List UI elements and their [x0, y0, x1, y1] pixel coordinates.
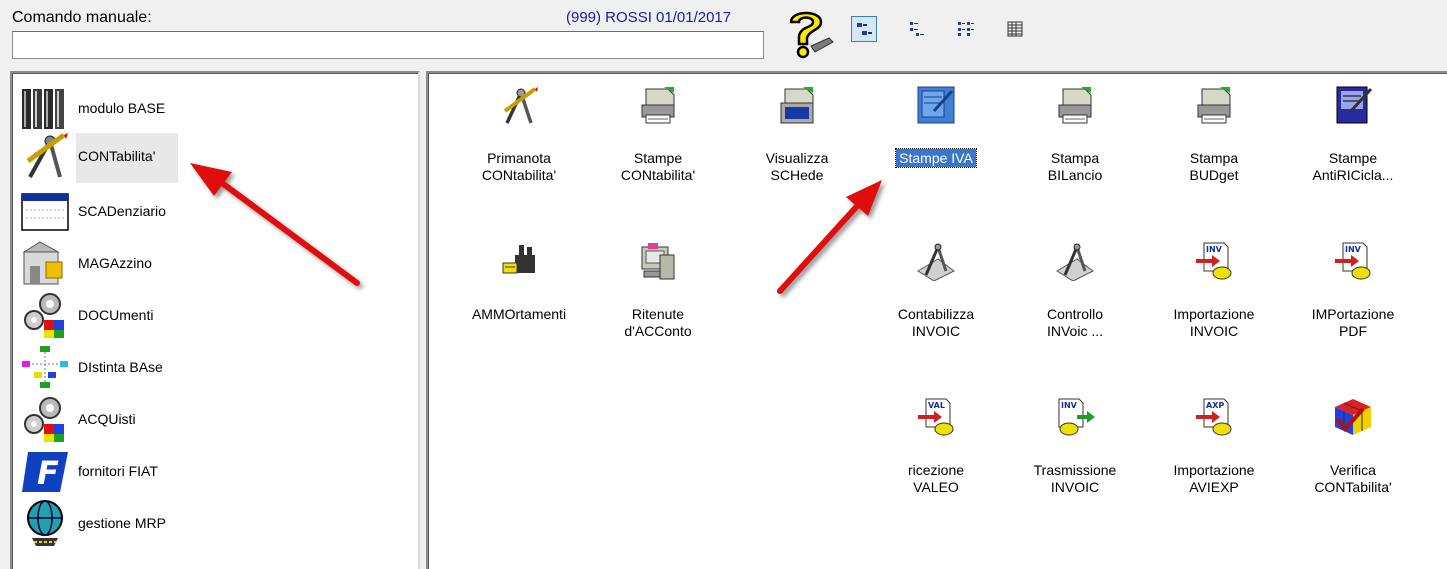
small-icons-view-button[interactable]	[904, 16, 930, 42]
command-input[interactable]	[12, 31, 764, 59]
module-label: modulo BASE	[78, 100, 166, 116]
command-label: Comando manuale:	[12, 9, 152, 26]
inv-import-icon: INV	[1335, 242, 1371, 280]
pen-compass-icon	[26, 132, 68, 178]
help-icon[interactable]	[783, 8, 835, 60]
warehouse-icon	[22, 241, 63, 285]
svg-text:INV: INV	[1061, 401, 1078, 410]
app-item-ammortamenti[interactable]: AMMOrtamenti	[456, 241, 582, 361]
svg-text:AXP: AXP	[1206, 401, 1224, 410]
details-view-button[interactable]	[1002, 16, 1028, 42]
module-label: SCADenziario	[78, 203, 166, 219]
user-info: (999) ROSSI 01/01/2017	[566, 9, 732, 26]
axp-import-icon: AXP	[1196, 398, 1232, 436]
module-item-acquisti[interactable]: ACQUisti	[16, 394, 416, 446]
app-label: Importazione INVOIC	[1173, 306, 1255, 339]
app-label: Visualizza SCHede	[765, 150, 829, 183]
computer-icon	[641, 243, 675, 280]
app-label: Importazione AVIEXP	[1173, 462, 1255, 495]
module-label: MAGAzzino	[78, 255, 152, 271]
tree-diagram-icon	[22, 346, 68, 388]
module-item-scadenziario[interactable]: SCADenziario	[16, 186, 416, 238]
compass-icon	[1056, 243, 1094, 281]
app-label: Stampa BUDget	[1189, 150, 1239, 183]
books-icon	[22, 89, 64, 129]
list-view-icon	[958, 22, 974, 36]
app-label: AMMOrtamenti	[471, 306, 567, 322]
app-item-stampa-budget[interactable]: Stampa BUDget	[1151, 85, 1277, 205]
app-label: Stampe CONtabilita'	[620, 150, 696, 183]
module-label: gestione MRP	[78, 515, 166, 531]
modules-panel: modulo BASE CONTabilita' SCADenziario MA…	[10, 71, 420, 569]
app-item-primanota[interactable]: Primanota CONtabilita'	[456, 85, 582, 205]
module-item-documenti[interactable]: DOCUmenti	[16, 290, 416, 342]
svg-text:VAL: VAL	[928, 401, 945, 410]
module-label: ACQUisti	[78, 411, 136, 427]
letter-f-icon: F	[22, 452, 68, 492]
module-item-gestione-mrp[interactable]: gestione MRP	[16, 498, 416, 550]
app-label: Stampe IVA	[873, 148, 999, 168]
top-bar: Comando manuale: (999) ROSSI 01/01/2017	[0, 0, 1447, 70]
globe-icon	[27, 500, 63, 546]
app-item-importazione-invoic[interactable]: INV Importazione INVOIC	[1151, 241, 1277, 361]
gears-icon	[24, 397, 64, 442]
app-label: Verifica CONTabilita'	[1314, 462, 1392, 495]
monitor-icon	[780, 87, 814, 124]
compass-icon	[917, 243, 955, 281]
app-label: Stampe AntiRICicla...	[1312, 150, 1394, 183]
cube-check-icon	[1335, 399, 1371, 435]
app-item-stampa-bilancio[interactable]: Stampa BILancio	[1012, 85, 1138, 205]
app-item-importazione-pdf[interactable]: INV IMPortazione PDF	[1290, 241, 1416, 361]
details-view-icon	[1007, 21, 1023, 37]
module-label: fornitori FIAT	[78, 463, 158, 479]
module-label: DOCUmenti	[78, 307, 154, 323]
printer-icon	[1058, 87, 1092, 124]
app-item-ritenute-acconto[interactable]: Ritenute d'ACConto	[595, 241, 721, 361]
app-item-contabilizza-invoic[interactable]: Contabilizza INVOIC	[873, 241, 999, 361]
svg-text:INV: INV	[1206, 245, 1223, 254]
app-item-visualizza-schede[interactable]: Visualizza SCHede	[734, 85, 860, 205]
app-item-stampe-contabilita[interactable]: Stampe CONtabilita'	[595, 85, 721, 205]
module-label: DIstinta BAse	[78, 359, 163, 375]
app-label: Ritenute d'ACConto	[624, 306, 692, 339]
large-icons-view-button[interactable]	[851, 16, 877, 42]
svg-text:INV: INV	[1345, 245, 1362, 254]
small-icons-view-icon	[910, 22, 924, 36]
app-item-stampe-iva[interactable]: Stampe IVA	[873, 85, 999, 205]
notebook-icon	[1336, 86, 1373, 124]
module-item-magazzino[interactable]: MAGAzzino	[16, 238, 416, 290]
module-item-distinta-base[interactable]: DIstinta BAse	[16, 342, 416, 394]
applications-panel: Primanota CONtabilita' Stampe CONtabilit…	[426, 71, 1447, 569]
module-item-fornitori-fiat[interactable]: F fornitori FIAT	[16, 446, 416, 498]
list-view-button[interactable]	[953, 16, 979, 42]
calendar-icon	[21, 193, 69, 231]
app-item-controllo-invoic[interactable]: Controllo INVoic ...	[1012, 241, 1138, 361]
app-label: Primanota CONtabilita'	[481, 150, 557, 183]
printer-icon	[1197, 87, 1231, 124]
app-item-verifica-contabilita[interactable]: Verifica CONTabilita'	[1290, 397, 1416, 517]
module-label: CONTabilita'	[78, 148, 156, 164]
printer-icon	[641, 87, 675, 124]
app-label: IMPortazione PDF	[1311, 306, 1395, 339]
app-label: Controllo INVoic ...	[1046, 306, 1104, 339]
module-item-contabilita[interactable]: CONTabilita'	[16, 131, 416, 183]
inv-import-icon: INV	[1196, 242, 1232, 280]
pen-compass-icon	[503, 87, 538, 124]
app-label: ricezione VALEO	[907, 462, 965, 495]
app-label: Trasmissione INVOIC	[1033, 462, 1117, 495]
module-item-base[interactable]: modulo BASE	[16, 83, 416, 135]
app-item-ricezione-valeo[interactable]: VAL ricezione VALEO	[873, 397, 999, 517]
app-label: Contabilizza INVOIC	[897, 306, 975, 339]
app-item-importazione-aviexp[interactable]: AXP Importazione AVIEXP	[1151, 397, 1277, 517]
inv-export-icon: INV	[1058, 398, 1095, 436]
app-item-stampe-antiriciclaggio[interactable]: Stampe AntiRICicla...	[1290, 85, 1416, 205]
large-icons-view-icon	[857, 23, 872, 35]
app-label: Stampa BILancio	[1047, 150, 1103, 183]
gears-icon	[24, 293, 64, 338]
svg-text:F: F	[37, 454, 59, 492]
app-item-trasmissione-invoic[interactable]: INV Trasmissione INVOIC	[1012, 397, 1138, 517]
val-import-icon: VAL	[918, 398, 954, 436]
factory-icon	[502, 245, 535, 274]
document-edit-icon	[917, 86, 955, 124]
